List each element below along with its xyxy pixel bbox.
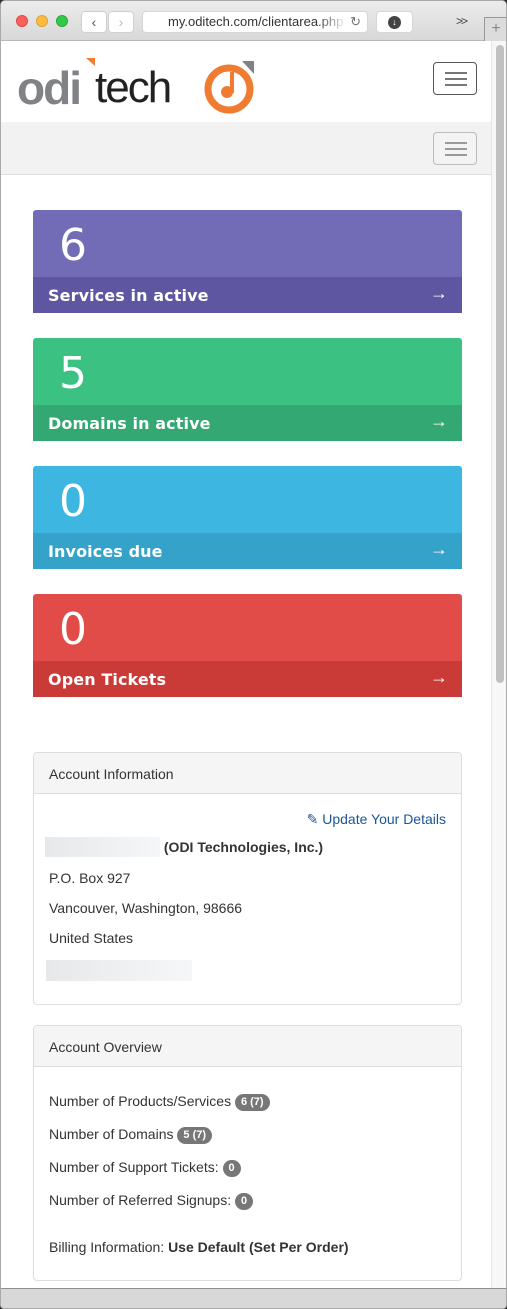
count-badge: 6 (7) [234,1094,270,1111]
panel-title: Account Information [34,753,461,794]
account-information-panel: Account Information ✎ Update Your Detail… [33,752,462,1005]
arrow-right-icon: → [430,411,448,431]
zoom-window-button[interactable] [56,15,68,27]
update-details-link[interactable]: ✎ Update Your Details [307,811,446,828]
tile-label: Domains in active [48,414,211,433]
tile-invoices[interactable]: 0 Invoices due → [33,466,462,569]
close-window-button[interactable] [16,15,28,27]
account-overview-panel: Account Overview Number of Products/Serv… [33,1025,462,1281]
count-badge: 5 (7) [177,1127,213,1144]
overview-item-tickets: Number of Support Tickets: 0 [49,1159,241,1177]
logo-text-odi: odi [17,62,82,114]
panel-title: Account Overview [34,1026,461,1067]
logo-mark-icon [204,61,254,114]
tile-count: 0 [59,604,87,655]
vertical-scrollbar[interactable] [491,41,506,1288]
tile-label: Open Tickets [48,670,167,689]
tile-count: 0 [59,476,87,527]
secondary-menu-toggle[interactable] [433,132,477,165]
reload-icon[interactable]: ↻ [350,12,361,32]
redacted-email [46,960,192,981]
address-city: Vancouver, Washington, 98666 [49,900,243,916]
redacted-name [45,837,160,857]
billing-information: Billing Information: Use Default (Set Pe… [49,1239,349,1255]
address-bar[interactable]: my.oditech.com/clientarea.php ↻ [142,11,368,33]
tile-label: Invoices due [48,542,163,561]
tile-count: 5 [59,348,87,399]
pencil-icon: ✎ [306,811,319,827]
scrollbar-thumb[interactable] [496,45,504,683]
overview-item-referrals: Number of Referred Signups: 0 [49,1192,254,1210]
tile-label: Services in active [48,286,209,305]
logo-text-tech: tech [95,63,172,112]
count-badge: 0 [234,1193,254,1210]
download-icon: ↓ [388,16,401,29]
address-country: United States [49,930,134,946]
arrow-right-icon: → [430,667,448,687]
arrow-right-icon: → [430,539,448,559]
count-badge: 0 [222,1160,241,1177]
browser-window: ‹ › my.oditech.com/clientarea.php ↻ ↓ >>… [0,0,507,1309]
overview-item-products: Number of Products/Services 6 (7) [49,1093,270,1111]
back-button[interactable]: ‹ [81,11,107,33]
overview-item-domains: Number of Domains 5 (7) [49,1126,213,1144]
new-tab-button[interactable]: + [484,17,506,41]
tile-count: 6 [59,220,87,271]
logo-accent [86,58,95,66]
site-header: odi tech [1,41,491,122]
address-line-1: P.O. Box 927 [49,870,131,886]
page-viewport: odi tech 6 Services in active → 5 Domain… [1,41,491,1288]
toolbar-overflow-button[interactable]: >> [456,14,468,28]
tile-services[interactable]: 6 Services in active → [33,210,462,313]
minimize-window-button[interactable] [36,15,48,27]
tile-tickets[interactable]: 0 Open Tickets → [33,594,462,697]
browser-toolbar: ‹ › my.oditech.com/clientarea.php ↻ ↓ >>… [1,1,506,41]
main-menu-toggle[interactable] [433,62,477,95]
company-name: (ODI Technologies, Inc.) [163,839,324,855]
company-row: (ODI Technologies, Inc.) [45,837,323,857]
browser-status-bar [1,1288,506,1308]
chevron-left-icon: ‹ [91,14,97,30]
arrow-right-icon: → [430,283,448,303]
chevron-right-icon: › [118,14,124,30]
forward-button[interactable]: › [108,11,134,33]
downloads-button[interactable]: ↓ [376,11,413,33]
secondary-navbar [1,122,491,175]
tile-domains[interactable]: 5 Domains in active → [33,338,462,441]
